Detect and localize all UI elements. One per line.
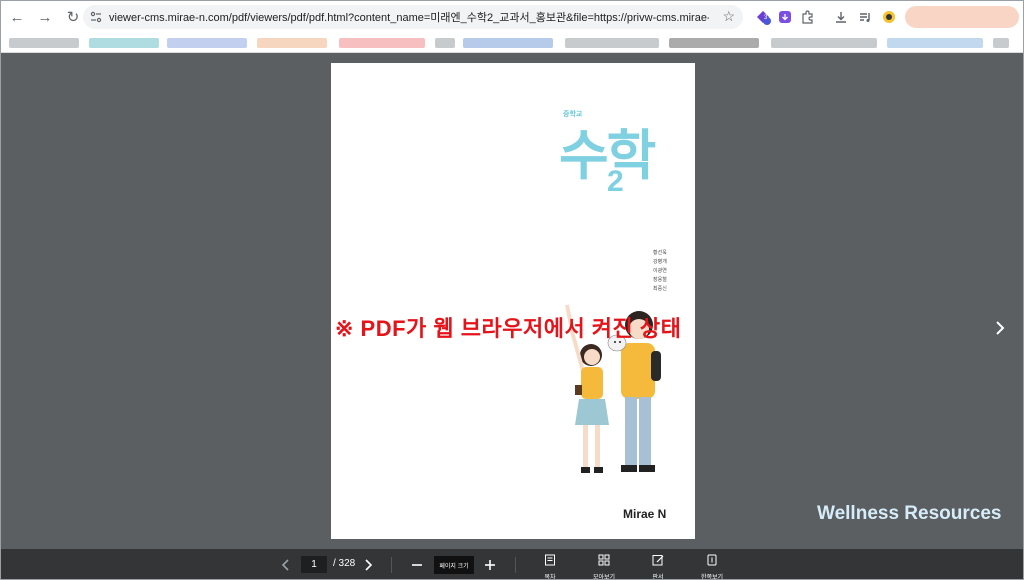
address-bar[interactable]: viewer-cms.mirae-n.com/pdf/viewers/pdf/p… xyxy=(83,5,743,29)
author-name: 이광연 xyxy=(653,268,667,274)
grid-icon xyxy=(598,554,610,566)
book-grade: 2 xyxy=(607,165,624,198)
author-name: 최중신 xyxy=(653,286,667,292)
zoom-level-select[interactable]: 페이지 크기 xyxy=(434,556,474,574)
back-icon[interactable]: ← xyxy=(5,5,29,29)
bookmark-item[interactable] xyxy=(167,38,247,48)
bookmark-item[interactable] xyxy=(89,38,159,48)
toc-button[interactable]: 목차 xyxy=(533,553,567,580)
viewer-bottom-bar: 1 / 328 페이지 크기 목차 모아보기 판서 한쪽보기 xyxy=(1,549,1023,580)
page-number-input[interactable]: 1 xyxy=(301,556,327,573)
pdf-page: 중학교 수학 2 황선욱 강병개 이광연 장응철 최중신 Mirae N xyxy=(331,63,695,539)
annotate-button[interactable]: 판서 xyxy=(641,553,675,580)
reload-icon[interactable]: ↻ xyxy=(61,5,85,29)
author-list: 황선욱 강병개 이광연 장응철 최중신 xyxy=(653,249,685,294)
divider xyxy=(515,557,516,573)
bookmark-item[interactable] xyxy=(565,38,659,48)
browser-toolbar: ← → ↻ viewer-cms.mirae-n.com/pdf/viewers… xyxy=(1,1,1023,33)
annotate-label: 판서 xyxy=(652,575,664,580)
toc-icon xyxy=(545,554,555,566)
extension-icon[interactable]: 3 xyxy=(753,7,773,27)
extension-icon[interactable] xyxy=(775,7,795,27)
site-info-icon[interactable] xyxy=(87,8,105,26)
zoom-out-icon[interactable] xyxy=(409,557,425,573)
bookmark-star-icon[interactable]: ☆ xyxy=(722,8,735,25)
next-page-chevron-icon[interactable] xyxy=(993,319,1009,339)
extension-icon[interactable] xyxy=(879,7,899,27)
author-name: 황선욱 xyxy=(653,250,667,256)
browser-window: ← → ↻ viewer-cms.mirae-n.com/pdf/viewers… xyxy=(0,0,1024,580)
bookmark-item[interactable] xyxy=(771,38,877,48)
bookmark-item[interactable] xyxy=(257,38,327,48)
download-icon[interactable] xyxy=(831,7,851,27)
url-text[interactable]: viewer-cms.mirae-n.com/pdf/viewers/pdf/p… xyxy=(109,9,709,25)
publisher-logo: Mirae N xyxy=(623,507,667,521)
bookmark-item[interactable] xyxy=(669,38,759,48)
pen-icon xyxy=(652,555,664,566)
bookmark-item[interactable] xyxy=(9,38,79,48)
single-page-label: 한쪽보기 xyxy=(700,575,724,580)
next-page-small-chevron-icon[interactable] xyxy=(361,557,375,573)
bookmark-item[interactable] xyxy=(435,38,455,48)
author-name: 장응철 xyxy=(653,277,667,283)
bookmark-item[interactable] xyxy=(993,38,1009,48)
bookmark-item[interactable] xyxy=(463,38,553,48)
zoom-in-icon[interactable] xyxy=(482,557,498,573)
overview-button[interactable]: 모아보기 xyxy=(587,553,621,580)
watermark-text: Wellness Resources xyxy=(817,503,1002,524)
bookmark-item[interactable] xyxy=(339,38,425,48)
single-page-button[interactable]: 한쪽보기 xyxy=(695,553,729,580)
bookmark-item[interactable] xyxy=(887,38,983,48)
bookmarks-bar xyxy=(1,33,1023,53)
single-page-icon xyxy=(707,554,717,566)
extension-badge: 3 xyxy=(764,15,768,21)
overview-label: 모아보기 xyxy=(592,575,616,580)
extensions-puzzle-icon[interactable] xyxy=(797,7,817,27)
pdf-viewer: 중학교 수학 2 황선욱 강병개 이광연 장응철 최중신 Mirae N ※ P… xyxy=(1,53,1023,549)
divider xyxy=(391,557,392,573)
profile-chip[interactable] xyxy=(905,6,1019,28)
forward-icon[interactable]: → xyxy=(33,5,57,29)
total-pages: / 328 xyxy=(333,558,356,569)
toc-label: 목차 xyxy=(544,575,556,580)
annotation-text: ※ PDF가 웹 브라우저에서 켜진 상태 xyxy=(335,316,682,341)
prev-page-chevron-icon[interactable] xyxy=(279,557,293,573)
media-control-icon[interactable] xyxy=(855,7,875,27)
author-name: 강병개 xyxy=(653,259,667,265)
